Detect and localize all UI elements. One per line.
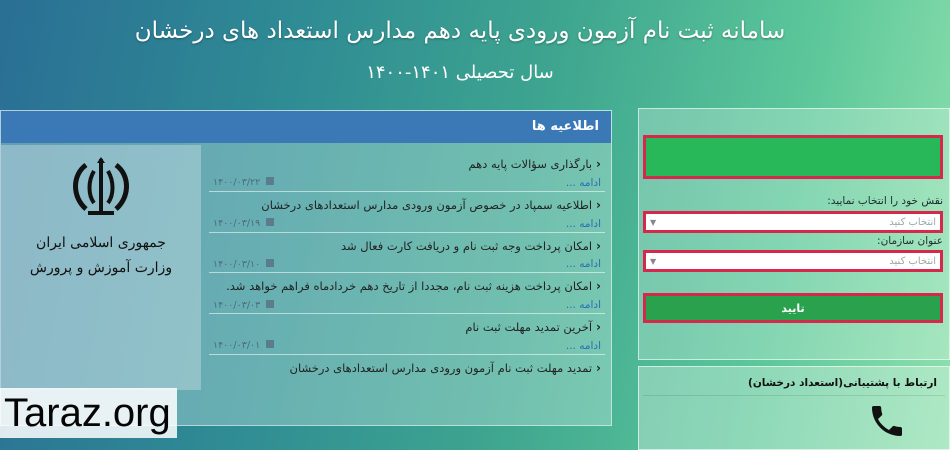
support-title: ارتباط با پشتیبانی(استعداد درخشان) [643,367,945,396]
read-more-link[interactable]: ادامه ... [566,340,601,352]
news-heading: اطلاعیه ها [1,111,611,143]
submit-button[interactable]: تایید [643,293,943,323]
page-title: سامانه ثبت نام آزمون ورودی پایه دهم مدار… [134,18,786,44]
ministry-logo: جمهوری اسلامی ایران وزارت آموزش و پرورش [1,145,201,390]
page-subtitle: سال تحصیلی ۱۴۰۱-۱۴۰۰ [366,62,554,83]
role-select[interactable]: انتخاب کنید ▼ [643,211,943,233]
logo-line-2: وزارت آموزش و پرورش [29,260,173,277]
org-select[interactable]: انتخاب کنید ▼ [643,250,943,272]
chevron-down-icon: ▼ [650,217,657,227]
news-date-text: ۱۴۰۰/۰۳/۲۲ [213,177,261,189]
role-select-value: انتخاب کنید [889,216,936,228]
news-item: ‹ امکان پرداخت وجه ثبت نام و دریافت کارت … [209,233,605,274]
news-panel: اطلاعیه ها جمهوری اسلامی ایران وزارت آمو… [0,110,612,426]
captcha-box [643,135,943,179]
news-list: ‹ بارگذاری سؤالات پایه دهم ادامه ... ۱۴۰۰… [209,151,605,381]
news-date-text: ۱۴۰۰/۰۳/۱۹ [213,218,261,230]
org-select-value: انتخاب کنید [889,255,936,267]
read-more-link[interactable]: ادامه ... [566,299,601,311]
news-item-title[interactable]: امکان پرداخت هزینه ثبت نام، مجددا از تار… [226,279,592,293]
login-form-panel: نقش خود را انتخاب نمایید: انتخاب کنید ▼ … [638,108,950,360]
news-date-text: ۱۴۰۰/۰۳/۰۱ [213,340,261,352]
news-item: ‹ اطلاعیه سمپاد در خصوص آزمون ورودی مدارس… [209,192,605,233]
news-date-text: ۱۴۰۰/۰۳/۱۰ [213,258,261,270]
read-more-link[interactable]: ادامه ... [566,258,601,270]
calendar-icon [266,218,275,227]
chevron-down-icon: ▼ [650,256,657,266]
calendar-icon [266,340,275,349]
news-item: ‹ امکان پرداخت هزینه ثبت نام، مجددا از تا… [209,273,605,315]
calendar-icon [266,258,275,267]
iran-emblem-icon [73,157,129,215]
chevron-left-icon: ‹ [596,238,601,253]
org-label: عنوان سازمان: [877,235,943,247]
news-item-title[interactable]: امکان پرداخت وجه ثبت نام و دریافت کارت ف… [341,239,592,253]
role-label: نقش خود را انتخاب نمایید: [827,195,943,207]
news-item-title[interactable]: تمدید مهلت ثبت نام آزمون ورودی مدارس است… [290,361,593,375]
news-item: ‹ آخرین تمدید مهلت ثبت نام ادامه ... ۱۴۰۰… [209,314,605,355]
chevron-left-icon: ‹ [596,157,601,171]
chevron-left-icon: ‹ [596,197,601,212]
calendar-icon [266,299,275,308]
chevron-left-icon: ‹ [596,360,601,375]
phone-icon [872,406,902,436]
news-item: ‹ بارگذاری سؤالات پایه دهم ادامه ... ۱۴۰۰… [209,151,605,192]
chevron-left-icon: ‹ [596,320,601,335]
news-item: ‹تمدید مهلت ثبت نام آزمون ورودی مدارس اس… [209,355,605,381]
watermark: Taraz.org [0,388,177,438]
calendar-icon [266,177,275,186]
chevron-left-icon: ‹ [596,279,601,294]
news-item-title[interactable]: اطلاعیه سمپاد در خصوص آزمون ورودی مدارس … [261,198,592,212]
news-date-text: ۱۴۰۰/۰۳/۰۳ [213,299,261,311]
news-item-title[interactable]: بارگذاری سؤالات پایه دهم [468,157,592,171]
support-panel: ارتباط با پشتیبانی(استعداد درخشان) [638,366,950,450]
news-item-title[interactable]: آخرین تمدید مهلت ثبت نام [465,320,592,334]
read-more-link[interactable]: ادامه ... [566,218,601,230]
logo-line-1: جمهوری اسلامی ایران [36,235,166,251]
read-more-link[interactable]: ادامه ... [566,177,601,189]
